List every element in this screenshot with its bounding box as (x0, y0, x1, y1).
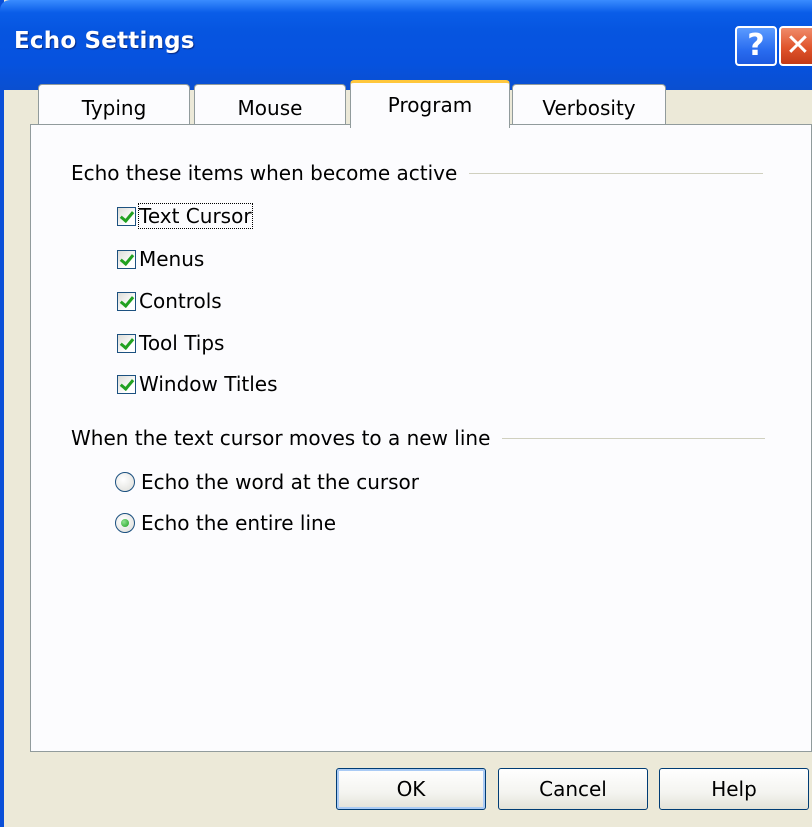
checkbox-check-icon (117, 374, 136, 394)
group-divider (455, 173, 763, 174)
ok-button[interactable]: OK (336, 768, 486, 810)
radio-button-icon (115, 513, 135, 533)
checkbox-label: Window Titles (139, 372, 278, 396)
text-cursor-checkbox[interactable]: Text Cursor (117, 203, 253, 229)
help-icon[interactable]: ? (735, 26, 777, 66)
tab-verbosity[interactable]: Verbosity (512, 84, 666, 126)
checkbox-label: Text Cursor (138, 203, 253, 229)
echo-settings-dialog: Echo Settings ? ✕ Typing Mouse Program V… (0, 0, 812, 827)
tool-tips-checkbox[interactable]: Tool Tips (117, 330, 224, 356)
cancel-button[interactable]: Cancel (498, 768, 648, 810)
window-titles-checkbox[interactable]: Window Titles (117, 371, 278, 397)
menus-checkbox[interactable]: Menus (117, 246, 204, 272)
checkbox-check-icon (117, 291, 136, 311)
tab-typing[interactable]: Typing (38, 84, 190, 126)
group-divider (501, 438, 765, 439)
echo-word-radio[interactable]: Echo the word at the cursor (115, 469, 419, 495)
checkbox-label: Tool Tips (139, 331, 225, 355)
checkbox-check-icon (117, 333, 136, 353)
tab-program[interactable]: Program (350, 80, 510, 128)
radio-button-icon (115, 472, 135, 492)
echo-items-group-label: Echo these items when become active (71, 161, 470, 185)
help-button[interactable]: Help (659, 768, 809, 810)
radio-label: Echo the word at the cursor (141, 470, 420, 494)
close-icon[interactable]: ✕ (779, 26, 812, 66)
checkbox-label: Controls (139, 289, 222, 313)
checkbox-check-icon (117, 249, 136, 269)
checkbox-check-icon (117, 206, 136, 226)
checkbox-label: Menus (139, 247, 205, 271)
title-bar[interactable]: Echo Settings ? ✕ (0, 0, 812, 90)
echo-entire-line-radio[interactable]: Echo the entire line (115, 510, 336, 536)
program-tab-panel: Echo these items when become active Text… (30, 124, 812, 752)
radio-label: Echo the entire line (141, 511, 336, 535)
controls-checkbox[interactable]: Controls (117, 288, 222, 314)
new-line-group-label: When the text cursor moves to a new line (71, 426, 503, 450)
window-title: Echo Settings (14, 28, 195, 54)
tab-mouse[interactable]: Mouse (194, 84, 346, 126)
